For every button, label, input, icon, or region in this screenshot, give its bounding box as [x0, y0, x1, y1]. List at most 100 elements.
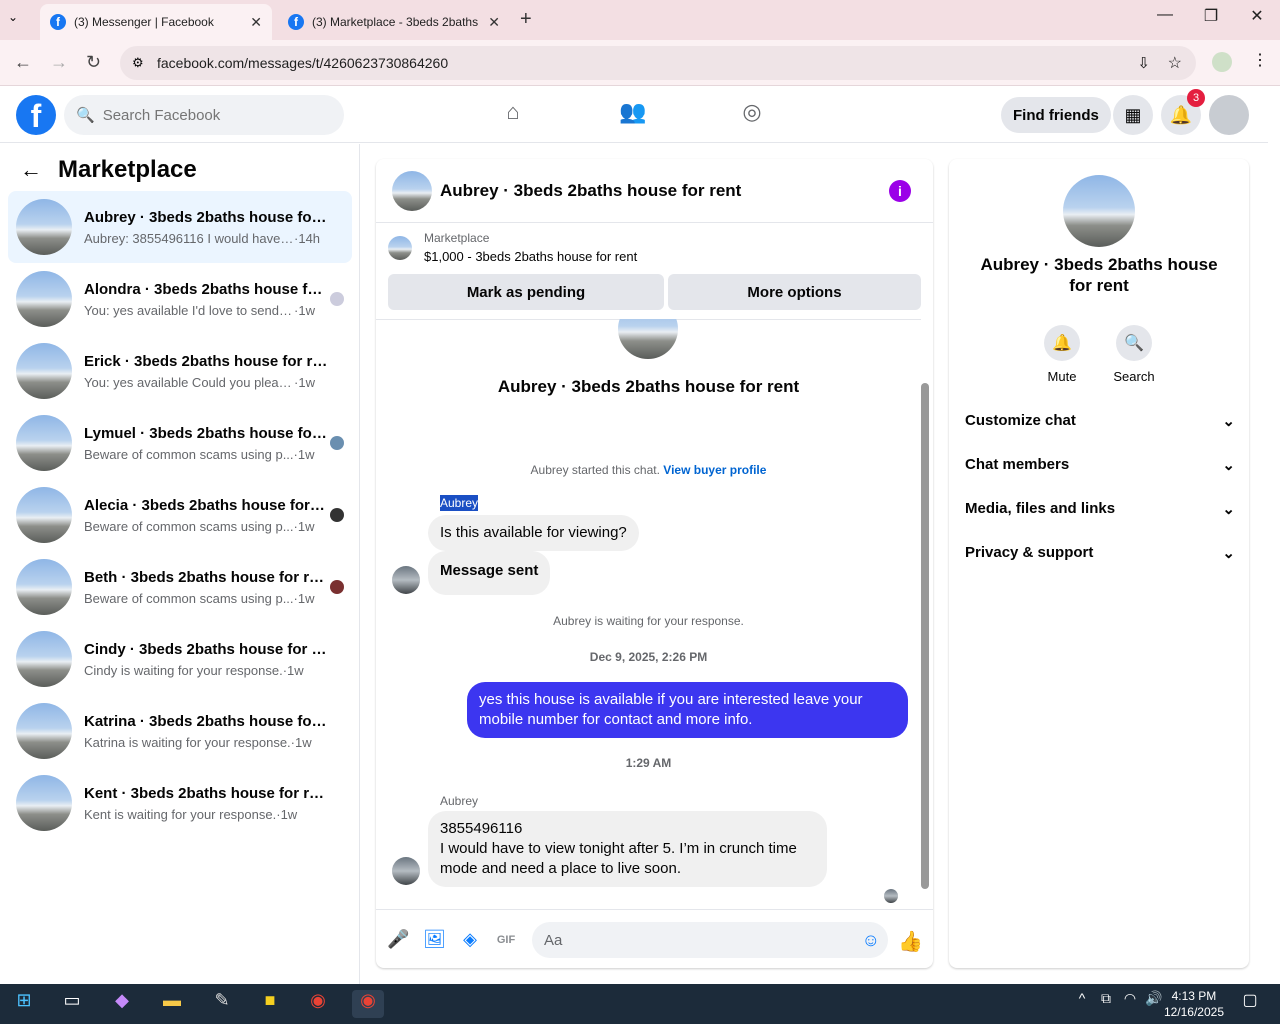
close-tab-icon[interactable]: ✕	[488, 14, 500, 31]
avatar[interactable]	[392, 170, 432, 211]
section-label: Chat members	[965, 456, 1070, 473]
search-button[interactable]: 🔍 Search	[1104, 325, 1164, 384]
clock[interactable]: 4:13 PM 12/16/2025	[1164, 988, 1224, 1020]
file-explorer-icon[interactable]: ▬	[156, 990, 188, 1018]
conversation-time: 1w	[287, 662, 304, 678]
search-icon: 🔍	[1116, 325, 1152, 361]
conversation-item[interactable]: Erick · 3beds 2baths house for rent You:…	[8, 335, 352, 407]
menu-dots-icon[interactable]: ⋮	[1252, 50, 1268, 70]
tab-messenger[interactable]: f (3) Messenger | Facebook ✕	[40, 4, 272, 40]
tab-title: (3) Marketplace - 3beds 2baths	[312, 15, 479, 29]
profile-avatar-icon[interactable]	[1212, 52, 1232, 72]
composer: 🎤 🖼 ◈ GIF Aa ☺ 👍	[376, 909, 933, 968]
customize-chat-section[interactable]: Customize chat ⌄	[965, 412, 1235, 430]
sticky-notes-icon[interactable]: ■	[254, 990, 286, 1018]
start-icon[interactable]: ⊞	[8, 990, 40, 1018]
microphone-icon[interactable]: 🎤	[387, 929, 409, 951]
find-friends-button[interactable]: Find friends	[1001, 97, 1111, 133]
conversation-item[interactable]: Alecia · 3beds 2baths house for rent Bew…	[8, 479, 352, 551]
seen-indicator-icon	[330, 508, 344, 522]
listing-thumbnail	[388, 236, 412, 260]
message-line: I would have to view tonight after 5. I’…	[440, 840, 797, 877]
conversation-preview: Cindy is waiting for your response.	[84, 662, 283, 678]
forward-icon[interactable]: →	[50, 52, 68, 73]
omnibox[interactable]: ⚙ facebook.com/messages/t/42606237308642…	[120, 46, 1196, 80]
paint-icon[interactable]: ✎	[206, 990, 238, 1018]
sticker-icon[interactable]: ◈	[459, 929, 481, 951]
copilot-icon[interactable]: ◆	[106, 990, 138, 1018]
intro-title: Aubrey · 3beds 2baths house for rent	[497, 377, 800, 396]
conversation-preview: Beware of common scams using p...	[84, 446, 294, 462]
conversation-name: Aubrey · 3beds 2baths house for rent	[84, 208, 328, 226]
page-title: ← Marketplace	[20, 156, 197, 184]
search-box[interactable]: 🔍	[64, 95, 344, 135]
close-tab-icon[interactable]: ✕	[250, 14, 262, 31]
chat-started-note: Aubrey started this chat. View buyer pro…	[376, 463, 921, 477]
site-info-icon[interactable]: ⚙	[132, 55, 144, 71]
chrome-active-icon[interactable]: ◉	[352, 990, 384, 1018]
more-options-button[interactable]: More options	[668, 274, 921, 310]
listing-title: $1,000 - 3beds 2baths house for rent	[424, 249, 638, 264]
minimize-icon[interactable]: —	[1142, 6, 1188, 24]
message-bubble[interactable]: 3855496116 I would have to view tonight …	[428, 811, 827, 887]
chat-title[interactable]: Aubrey · 3beds 2baths house for rent	[440, 181, 741, 201]
gif-icon[interactable]: GIF	[495, 929, 517, 951]
groups-icon[interactable]: ◎	[737, 99, 767, 129]
conversation-name: Alondra · 3beds 2baths house for rent	[84, 280, 328, 298]
conversation-time: 1w	[297, 590, 315, 606]
sender-name: Aubrey	[440, 495, 479, 511]
back-icon[interactable]: ←	[14, 52, 32, 73]
bookmark-star-icon[interactable]: ☆	[1168, 53, 1182, 73]
reload-icon[interactable]: ↻	[86, 52, 101, 73]
friends-icon[interactable]: 👥	[618, 99, 648, 129]
photo-icon[interactable]: 🖼	[423, 929, 446, 951]
privacy-support-section[interactable]: Privacy & support ⌄	[965, 544, 1235, 562]
url-text: facebook.com/messages/t/4260623730864260	[157, 55, 449, 71]
chat-members-section[interactable]: Chat members ⌄	[965, 456, 1235, 474]
tab-title: (3) Messenger | Facebook	[74, 15, 214, 29]
conversation-item[interactable]: Alondra · 3beds 2baths house for rent Yo…	[8, 263, 352, 335]
back-arrow-icon[interactable]: ←	[20, 157, 42, 183]
new-tab-icon[interactable]: +	[520, 8, 532, 31]
restore-icon[interactable]: ❐	[1188, 6, 1234, 26]
conversation-item[interactable]: Kent · 3beds 2baths house for rent Kent …	[8, 767, 352, 839]
conversation-item[interactable]: Beth · 3beds 2baths house for rent Bewar…	[8, 551, 352, 623]
conversation-name: Lymuel · 3beds 2baths house for rent	[84, 424, 328, 442]
conversation-time: 1w	[298, 302, 315, 318]
view-buyer-profile-link[interactable]: View buyer profile	[663, 463, 766, 477]
search-label: Search	[1113, 369, 1155, 384]
conversation-name: Alecia · 3beds 2baths house for rent	[84, 496, 328, 514]
emoji-icon[interactable]: ☺	[862, 930, 880, 951]
facebook-logo[interactable]: f	[16, 95, 56, 135]
message-bubble[interactable]: Message sent	[428, 551, 551, 595]
scrollbar[interactable]	[921, 383, 929, 889]
avatar	[392, 566, 420, 594]
message-input[interactable]: Aa ☺	[532, 922, 888, 958]
conversation-item[interactable]: Lymuel · 3beds 2baths house for rent Bew…	[8, 407, 352, 479]
my-message-bubble[interactable]: yes this house is available if you are i…	[467, 682, 908, 738]
close-window-icon[interactable]: ✕	[1234, 6, 1280, 26]
conversation-item[interactable]: Katrina · 3beds 2baths house for rent Ka…	[8, 695, 352, 767]
notifications-button[interactable]: 🔔 3	[1161, 89, 1205, 135]
account-avatar[interactable]	[1209, 95, 1249, 135]
menu-grid-icon[interactable]: ▦	[1113, 95, 1153, 135]
media-files-section[interactable]: Media, files and links ⌄	[965, 500, 1235, 518]
task-view-icon[interactable]: ▭	[56, 990, 88, 1018]
mark-as-pending-button[interactable]: Mark as pending	[388, 274, 664, 310]
marketplace-listing[interactable]: Marketplace $1,000 - 3beds 2baths house …	[388, 231, 637, 264]
conversation-item[interactable]: Aubrey · 3beds 2baths house for rent Aub…	[8, 191, 352, 263]
chevron-down-icon: ⌄	[1222, 413, 1235, 430]
tab-search-icon[interactable]: ⌄	[8, 10, 18, 24]
section-label: Media, files and links	[965, 500, 1116, 517]
notification-center-icon[interactable]: ▢	[1234, 990, 1266, 1018]
tab-marketplace[interactable]: f (3) Marketplace - 3beds 2baths ✕	[278, 4, 510, 40]
conversation-item[interactable]: Cindy · 3beds 2baths house for rent Cind…	[8, 623, 352, 695]
search-input[interactable]	[102, 106, 323, 124]
mute-button[interactable]: 🔔 Mute	[1032, 325, 1092, 384]
install-icon[interactable]: ⇩	[1137, 54, 1150, 72]
message-bubble[interactable]: Is this available for viewing?	[428, 515, 639, 551]
info-icon[interactable]: i	[889, 180, 911, 202]
like-icon[interactable]: 👍	[898, 929, 923, 953]
home-icon[interactable]: ⌂	[498, 99, 528, 129]
chrome-icon[interactable]: ◉	[302, 990, 334, 1018]
